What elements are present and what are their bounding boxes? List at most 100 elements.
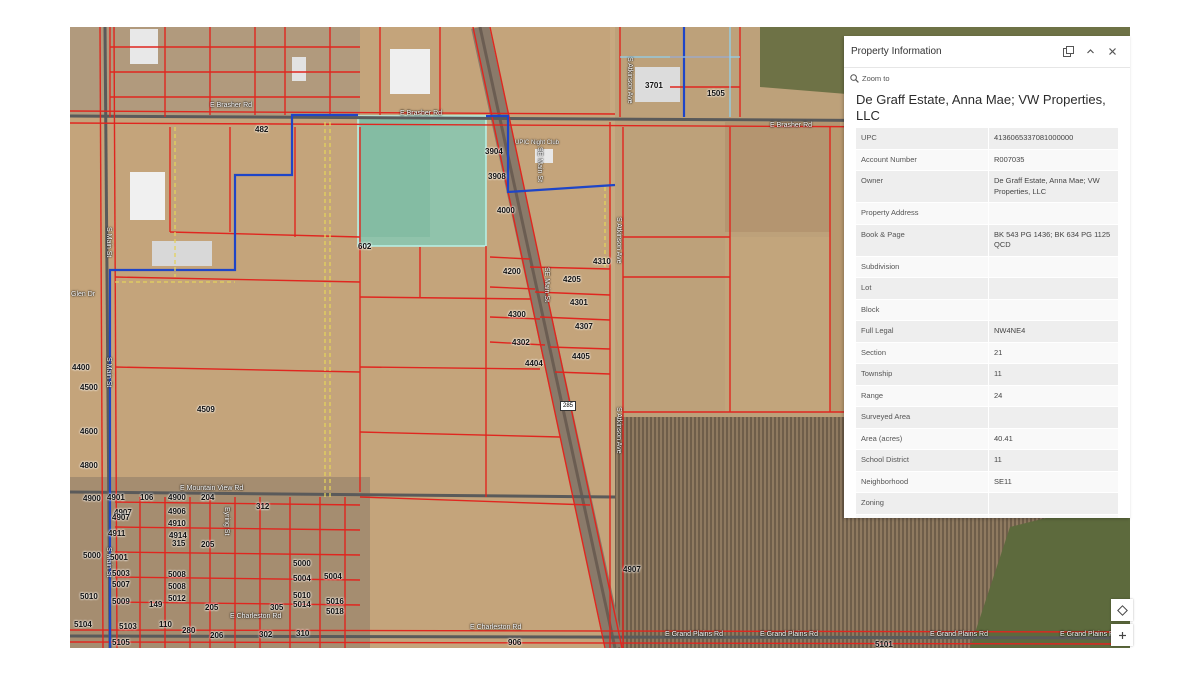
parcel-number: 315 — [172, 539, 186, 548]
parcel-number: 5001 — [110, 553, 128, 562]
parcel-number: 4205 — [563, 275, 581, 284]
attribute-key: Assessor — [856, 514, 989, 518]
plus-icon — [1118, 631, 1126, 639]
parcel-number: 4301 — [570, 298, 588, 307]
attribute-row: Surveyed Area — [856, 406, 1118, 429]
building — [292, 57, 306, 81]
parcel-number: 206 — [210, 631, 224, 640]
parcel-number: 4907 — [623, 565, 641, 574]
parcel-number: 5018 — [326, 607, 344, 616]
attribute-row: Property Address — [856, 202, 1118, 225]
attribute-row: Range 24 — [856, 385, 1118, 407]
building — [130, 172, 165, 220]
attribute-key: Block — [856, 299, 989, 321]
road-label-s-atkinson: S Atkinson Ave — [615, 217, 622, 264]
attribute-value — [988, 202, 1118, 225]
parcel-number: 4911 — [108, 529, 126, 538]
attribute-row: Zoning — [856, 492, 1118, 515]
road-label-se-main: SE Main St — [543, 267, 550, 303]
parcel-number: 5104 — [74, 620, 92, 629]
attribute-row: Lot — [856, 277, 1118, 300]
attribute-value — [988, 492, 1118, 515]
zoom-to-button[interactable]: Zoom to — [844, 68, 1130, 88]
attribute-value: 11 — [988, 449, 1118, 472]
dock-button[interactable] — [1057, 41, 1079, 63]
parcel-number: 4906 — [168, 507, 186, 516]
parcel-number: 5004 — [293, 574, 311, 583]
attribute-value: 21 — [988, 342, 1118, 364]
zoom-in-button[interactable] — [1111, 624, 1133, 646]
parcel-number: 4200 — [503, 267, 521, 276]
attribute-key: Section — [856, 342, 989, 364]
panel-title: Property Information — [851, 46, 942, 57]
parcel-number: 4907 — [112, 513, 130, 522]
attribute-key: Surveyed Area — [856, 406, 989, 429]
parcel-number: 1505 — [707, 89, 725, 98]
parcel-number: 205 — [201, 540, 215, 549]
attribute-row: Account Number R007035 — [856, 149, 1118, 171]
attribute-value: NW4NE4 — [988, 320, 1118, 343]
parcel-number: 5103 — [119, 622, 137, 631]
road-label-charleston: E Charleston Rd — [230, 613, 282, 620]
attribute-value: 11 — [988, 363, 1118, 386]
attribute-value: 40.41 — [988, 428, 1118, 450]
parcel-number: 4800 — [80, 461, 98, 470]
selected-parcel[interactable] — [357, 115, 487, 247]
road-label-charleston: E Charleston Rd — [470, 624, 522, 631]
collapse-icon — [1086, 49, 1094, 54]
road-label-s-main: S Main St — [105, 227, 112, 258]
zoom-to-label: Zoom to — [862, 73, 890, 83]
parcel-number: 5014 — [293, 600, 311, 609]
parcel-number: 5010 — [293, 591, 311, 600]
parcel-number: 5105 — [112, 638, 130, 647]
property-info-panel: Property Information Zoom to De Graff Es… — [844, 36, 1130, 518]
parcel-number: 5010 — [80, 592, 98, 601]
parcel-number: 4910 — [168, 519, 186, 528]
attribute-key: Owner — [856, 170, 989, 203]
field — [725, 237, 840, 412]
parcel-number: 106 — [140, 493, 154, 502]
parcel-number: 302 — [259, 630, 273, 639]
collapse-button[interactable] — [1079, 41, 1101, 63]
parcel-number: 4509 — [197, 405, 215, 414]
parcel-number: 110 — [159, 620, 172, 629]
road-label-brasher: E Brasher Rd — [770, 122, 813, 129]
road-label-s-atkinson: S Atkinson Ave — [615, 407, 622, 454]
close-icon — [1108, 48, 1116, 55]
attribute-key: Lot — [856, 277, 989, 300]
parcel-number: 3908 — [488, 172, 506, 181]
parcel-number: 4404 — [525, 359, 543, 368]
building — [390, 49, 430, 94]
locate-button[interactable] — [1111, 599, 1133, 621]
zoom-icon — [850, 73, 859, 83]
locate-icon — [1116, 604, 1128, 616]
attribute-value — [988, 277, 1118, 300]
road-label-s-main: S Main St — [105, 357, 112, 388]
attribute-row: Book & Page BK 543 PG 1436; BK 634 PG 112… — [856, 224, 1118, 257]
parcel-number: 3701 — [645, 81, 663, 90]
parcel-number: 280 — [182, 626, 196, 635]
attribute-key: Property Address — [856, 202, 989, 225]
dock-icon — [1062, 46, 1074, 57]
parcel-number: 4901 — [107, 493, 125, 502]
attribute-value: BK 543 PG 1436; BK 634 PG 1125 QCD — [988, 224, 1118, 257]
parcel-number: 602 — [358, 242, 372, 251]
highway-shield: 285 — [560, 401, 577, 411]
attribute-row: Area (acres) 40.41 — [856, 428, 1118, 450]
attribute-key: Neighborhood — [856, 471, 989, 493]
parcel-number: 5000 — [293, 559, 311, 568]
attribute-row: Subdivision — [856, 256, 1118, 278]
close-button[interactable] — [1101, 41, 1123, 63]
road-label-glen: Glen Dr — [71, 291, 96, 298]
parcel-number: 5009 — [112, 597, 130, 606]
parcel-number: 4302 — [512, 338, 530, 347]
attribute-table: UPC 4136065337081000000 Account Number R007… — [856, 128, 1118, 518]
road-label-grand-plains: E Grand Plains Rd — [1060, 631, 1118, 638]
parcel-number: 205 — [205, 603, 219, 612]
feature-title: De Graff Estate, Anna Mae; VW Properties… — [856, 92, 1106, 123]
road-label-grand-plains: E Grand Plains Rd — [930, 631, 988, 638]
parcel-number: 4300 — [508, 310, 526, 319]
parcel-number: 4600 — [80, 427, 98, 436]
attribute-row: Block — [856, 299, 1118, 321]
attribute-key: Subdivision — [856, 256, 989, 278]
